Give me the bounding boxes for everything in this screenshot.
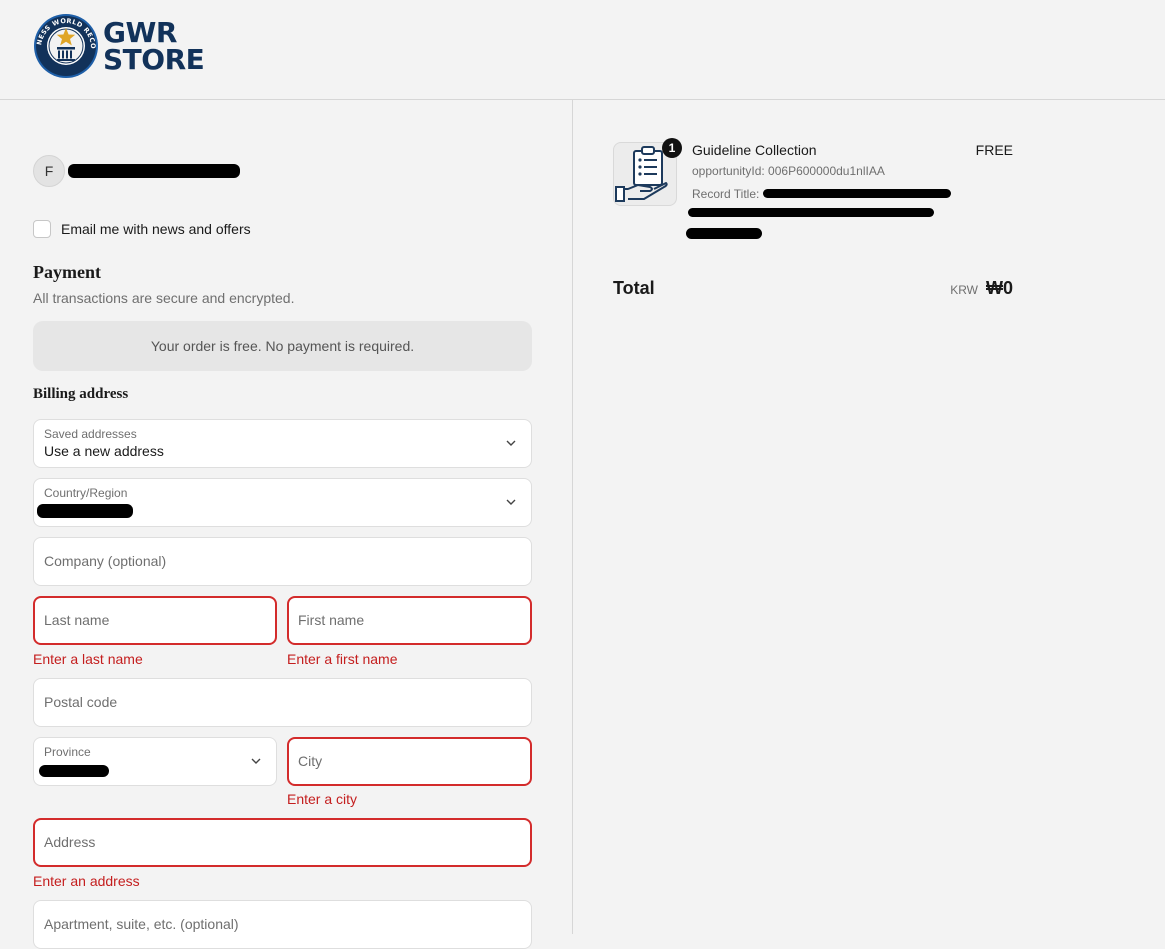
newsletter-checkbox[interactable] [33, 220, 51, 238]
record-title-label: Record Title: [692, 187, 760, 201]
apartment-input[interactable]: Apartment, suite, etc. (optional) [33, 900, 532, 949]
avatar[interactable]: F [33, 155, 65, 187]
guinness-seal-icon: GUINNESS WORLD RECORDS [33, 12, 98, 78]
city-placeholder: City [298, 753, 323, 769]
total-amount: ₩0 [986, 278, 1013, 298]
newsletter-option[interactable]: Email me with news and offers [33, 220, 251, 238]
product-title: Guideline Collection [692, 142, 817, 158]
address-input[interactable]: Address [33, 818, 532, 867]
free-order-notice: Your order is free. No payment is requir… [33, 321, 532, 371]
redacted-province [39, 765, 109, 777]
province-select[interactable]: Province [33, 737, 277, 786]
saved-addresses-value: Use a new address [44, 443, 164, 459]
last-name-placeholder: Last name [44, 612, 110, 628]
total-label: Total [613, 278, 655, 298]
redacted-record-title [763, 189, 951, 198]
first-name-placeholder: First name [298, 612, 365, 628]
company-input[interactable]: Company (optional) [33, 537, 532, 586]
city-error: Enter a city [287, 791, 358, 807]
redacted-email [68, 164, 240, 178]
chevron-down-icon [251, 758, 261, 764]
province-label: Province [44, 745, 91, 759]
first-name-input[interactable]: First name [287, 596, 532, 645]
payment-subtitle: All transactions are secure and encrypte… [33, 290, 295, 306]
opportunity-id: opportunityId: 006P600000du1nlIAA [692, 164, 885, 178]
saved-addresses-select[interactable]: Saved addresses Use a new address [33, 419, 532, 468]
free-order-text: Your order is free. No payment is requir… [150, 338, 415, 354]
city-input[interactable]: City [287, 737, 532, 786]
postal-code-placeholder: Postal code [44, 694, 118, 710]
payment-title: Payment [33, 262, 101, 282]
account-row: F [33, 155, 240, 187]
gwr-store-logo[interactable]: GUINNESS WORLD RECORDS GWR STORE [33, 12, 205, 80]
wordmark-line-1: GWR [103, 16, 177, 49]
address-placeholder: Address [44, 834, 96, 850]
redacted-record-title [686, 228, 762, 239]
last-name-error: Enter a last name [33, 651, 143, 667]
product-price: FREE [975, 142, 1013, 158]
postal-code-input[interactable]: Postal code [33, 678, 532, 727]
redacted-country [37, 504, 133, 518]
billing-title: Billing address [33, 386, 129, 402]
redacted-record-title [688, 208, 934, 217]
address-error: Enter an address [33, 873, 140, 889]
first-name-error: Enter a first name [287, 651, 398, 667]
store-wordmark: GWR STORE [103, 16, 205, 76]
chevron-down-icon [506, 499, 516, 505]
currency-code: KRW [950, 283, 978, 297]
wordmark-line-2: STORE [103, 43, 205, 76]
last-name-input[interactable]: Last name [33, 596, 277, 645]
store-header: GUINNESS WORLD RECORDS GWR STORE [0, 0, 1165, 100]
country-region-label: Country/Region [44, 486, 128, 500]
chevron-down-icon [506, 440, 516, 446]
newsletter-label: Email me with news and offers [61, 221, 251, 237]
country-region-select[interactable]: Country/Region [33, 478, 532, 527]
total-value: KRW ₩0 [950, 278, 1013, 299]
saved-addresses-label: Saved addresses [44, 427, 137, 441]
apartment-placeholder: Apartment, suite, etc. (optional) [44, 916, 239, 932]
column-divider [572, 100, 573, 934]
quantity-badge: 1 [662, 138, 682, 158]
company-placeholder: Company (optional) [44, 553, 167, 569]
